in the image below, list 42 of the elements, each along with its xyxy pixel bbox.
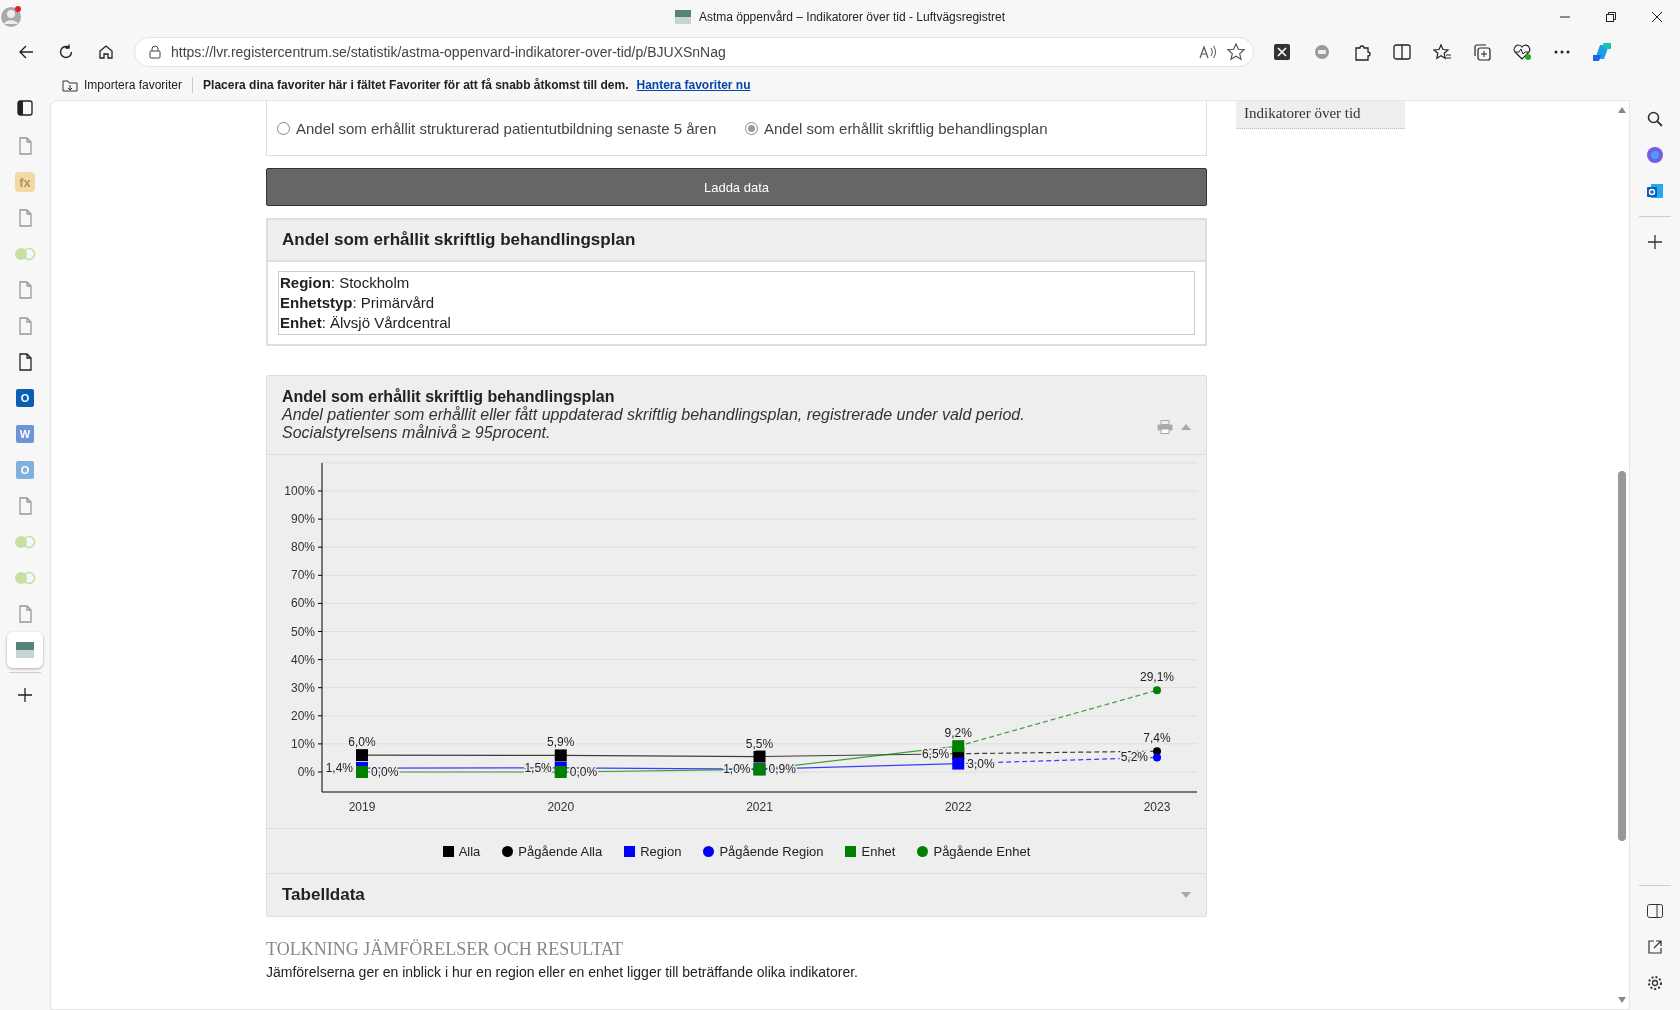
- y-tick-label: 100%: [284, 484, 315, 498]
- y-tick-label: 50%: [290, 624, 315, 639]
- app-icon: O: [16, 389, 34, 407]
- app-icon: fx: [15, 172, 35, 192]
- data-label: 0,0%: [371, 765, 399, 779]
- chart-title: Andel som erhållit skriftlig behandlingsplan: [282, 388, 616, 406]
- y-tick-label: 20%: [290, 708, 315, 723]
- data-label: 6,0%: [348, 735, 376, 750]
- x-tick-label: 2023: [1143, 800, 1171, 814]
- data-label: 9,2%: [944, 726, 972, 741]
- selection-field: Enhetstyp: Primärvård: [280, 293, 1193, 313]
- y-tick-label: 80%: [290, 540, 315, 555]
- y-tick-label: 30%: [290, 680, 315, 695]
- app-icon: O: [16, 461, 34, 479]
- window-title: Astma öppenvård – Indikatorer över tid - Luftvägsregistret: [698, 10, 1006, 24]
- data-label: 5,5%: [745, 736, 774, 751]
- panel-title: Andel som erhållit skriftlig behandlingsplan: [282, 230, 636, 250]
- data-label: 5,2%: [1120, 750, 1148, 765]
- data-label: 29,1%: [1140, 670, 1174, 685]
- section-title: Tabelldata: [282, 885, 366, 905]
- app-icon: W: [16, 425, 34, 443]
- x-tick-label: 2020: [547, 800, 575, 814]
- y-tick-label: 60%: [290, 596, 315, 611]
- data-label: 1,4%: [325, 761, 353, 776]
- y-tick-label: 10%: [290, 736, 315, 751]
- y-tick-label: 70%: [290, 568, 315, 583]
- data-label: 3,0%: [967, 756, 995, 771]
- chart-description: Andel patienter som erhållit eller fått uppdaterad skriftlig behandlingsplan, registrerade under vald period. Socialstyrelsens målnivå ≥ 95procent.: [282, 406, 1026, 442]
- selection-field: Region: Stockholm: [280, 273, 1193, 293]
- favorites-hint: Placera dina favoriter här i fältet Favoriter för att få snabb åtkomst till dem.: [203, 78, 629, 92]
- x-tick-label: 2022: [944, 800, 972, 814]
- section-heading: TOLKNING JÄMFÖRELSER OCH RESULTAT: [266, 939, 625, 960]
- x-tick-label: 2019: [348, 800, 376, 814]
- y-tick-label: 0%: [297, 765, 315, 779]
- data-label: 7,4%: [1143, 731, 1171, 746]
- paragraph: Jämförelserna ger en inblick i hur en region eller en enhet ligger till beträffande olika indikatorer.: [266, 964, 859, 980]
- y-tick-label: 90%: [290, 512, 315, 527]
- y-tick-label: 40%: [290, 652, 315, 667]
- data-label: 6,5%: [921, 746, 950, 761]
- data-label: 5,9%: [547, 735, 575, 750]
- x-tick-label: 2021: [746, 800, 773, 814]
- selection-field: Enhet: Älvsjö Vårdcentral: [280, 313, 1193, 333]
